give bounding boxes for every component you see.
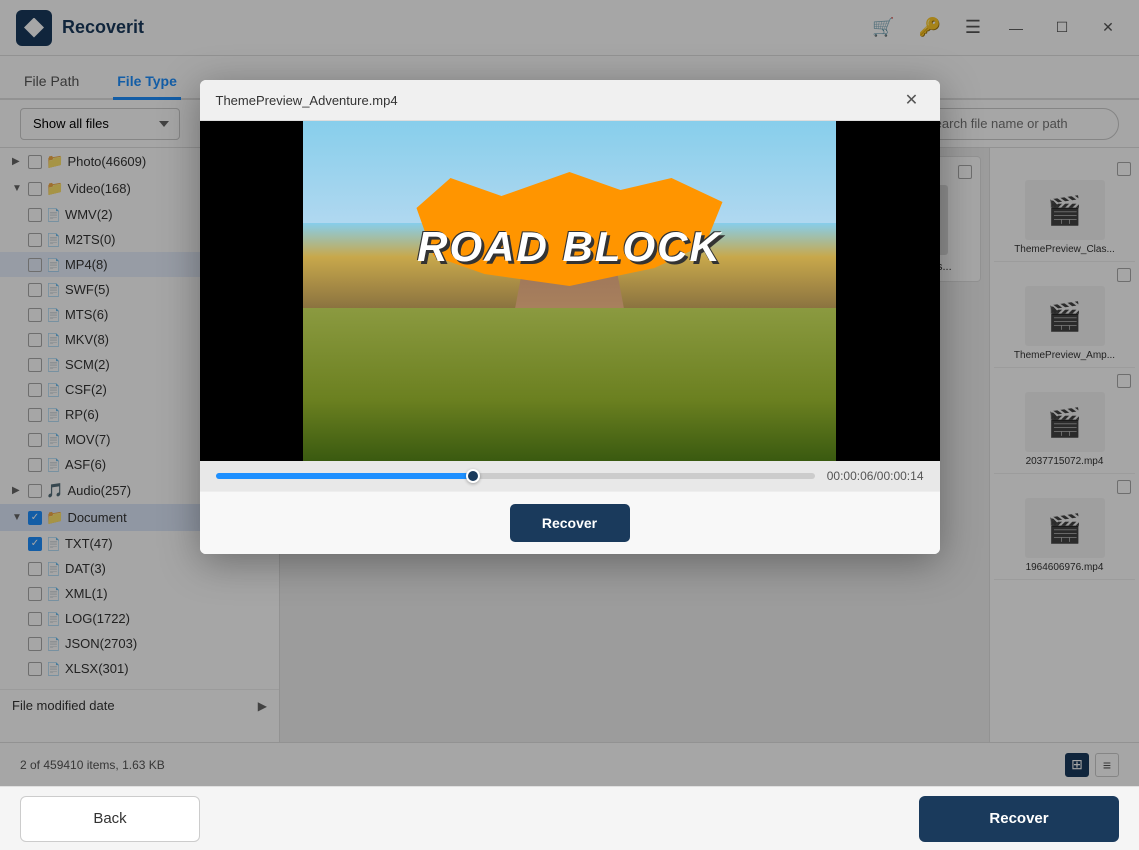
- video-time: 00:00:06/00:00:14: [827, 469, 924, 483]
- recover-button[interactable]: Recover: [919, 796, 1119, 842]
- video-progress-thumb[interactable]: [466, 469, 480, 483]
- video-controls: 00:00:06/00:00:14: [200, 461, 940, 491]
- modal-title: ThemePreview_Adventure.mp4: [216, 93, 398, 108]
- video-progress-bar[interactable]: [216, 473, 815, 479]
- video-black-left: [200, 121, 304, 461]
- road-block-title: ROAD BLOCK: [417, 223, 722, 271]
- modal-recover-button[interactable]: Recover: [510, 504, 630, 542]
- back-button[interactable]: Back: [20, 796, 200, 842]
- video-preview-area: ROAD BLOCK: [200, 121, 940, 461]
- modal-overlay: ThemePreview_Adventure.mp4 ✕ ROAD BLOCK: [0, 0, 1139, 786]
- modal-footer: Recover: [200, 491, 940, 554]
- modal-close-button[interactable]: ✕: [900, 88, 924, 112]
- preview-modal: ThemePreview_Adventure.mp4 ✕ ROAD BLOCK: [200, 80, 940, 554]
- modal-titlebar: ThemePreview_Adventure.mp4 ✕: [200, 80, 940, 121]
- ground-bg: [303, 308, 836, 461]
- video-progress-fill: [216, 473, 474, 479]
- video-scene-bg: [303, 121, 836, 461]
- video-black-right: [836, 121, 940, 461]
- action-footer: Back Recover: [0, 786, 1139, 850]
